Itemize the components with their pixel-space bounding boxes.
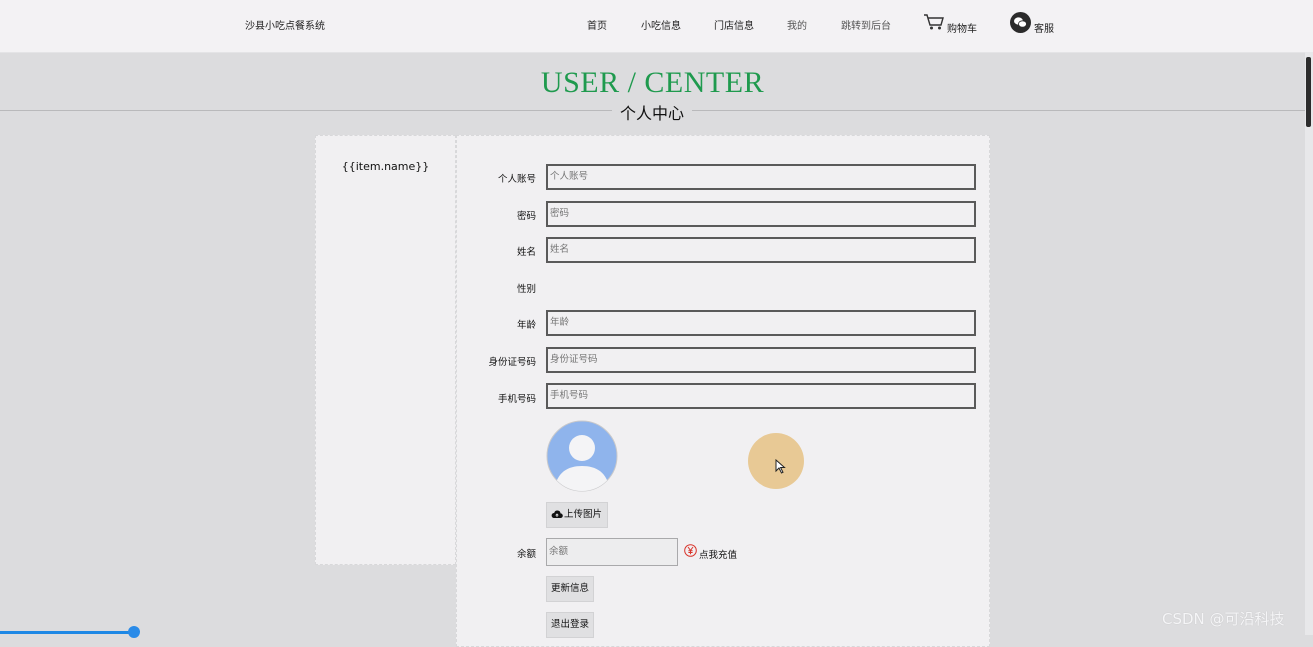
- balance-label: 余额: [516, 549, 536, 560]
- idcard-label: 身份证号码: [488, 357, 536, 368]
- page-title: USER / CENTER: [540, 66, 765, 99]
- site-title[interactable]: 沙县小吃点餐系统: [245, 17, 325, 32]
- sidebar-item[interactable]: {{item.name}}: [316, 160, 455, 173]
- avatar[interactable]: [546, 420, 618, 492]
- name-input[interactable]: [546, 237, 976, 263]
- account-input[interactable]: [546, 164, 976, 190]
- idcard-input[interactable]: [546, 347, 976, 373]
- yen-icon[interactable]: [684, 544, 697, 557]
- top-navbar: 沙县小吃点餐系统 首页 小吃信息 门店信息 我的 跳转到后台 购物车 客服: [0, 0, 1313, 53]
- gender-label: 性别: [516, 284, 536, 295]
- upload-image-button[interactable]: 上传图片: [546, 502, 608, 528]
- nav-service[interactable]: 客服: [1034, 20, 1054, 35]
- phone-label: 手机号码: [497, 394, 536, 405]
- nav-cart[interactable]: 购物车: [947, 20, 977, 35]
- account-label: 个人账号: [497, 174, 536, 185]
- wechat-icon[interactable]: [1010, 12, 1031, 33]
- name-label: 姓名: [516, 247, 536, 258]
- upload-button-label: 上传图片: [564, 509, 603, 520]
- update-info-button[interactable]: 更新信息: [546, 576, 595, 602]
- password-input[interactable]: [546, 201, 976, 227]
- password-label: 密码: [516, 211, 536, 222]
- age-input[interactable]: [546, 310, 976, 336]
- nav-snacks[interactable]: 小吃信息: [641, 17, 681, 32]
- video-progress-handle[interactable]: [128, 626, 140, 638]
- watermark: CSDN @可沿科技: [1162, 610, 1285, 628]
- page-scrollbar[interactable]: [1305, 52, 1313, 635]
- cloud-upload-icon: [551, 510, 563, 518]
- recharge-link[interactable]: 点我充值: [699, 547, 737, 561]
- page-subtitle: 个人中心: [612, 100, 692, 124]
- scrollbar-thumb[interactable]: [1306, 57, 1311, 127]
- sidebar-panel: {{item.name}}: [315, 135, 456, 565]
- phone-input[interactable]: [546, 383, 976, 409]
- nav-stores[interactable]: 门店信息: [714, 17, 754, 32]
- nav-backend[interactable]: 跳转到后台: [841, 17, 891, 32]
- balance-input[interactable]: [546, 538, 678, 566]
- video-progress-bar[interactable]: [0, 631, 134, 634]
- mouse-pointer-icon: [775, 459, 786, 474]
- age-label: 年龄: [516, 320, 536, 331]
- logout-button[interactable]: 退出登录: [546, 612, 595, 638]
- nav-mine[interactable]: 我的: [787, 17, 807, 32]
- nav-home[interactable]: 首页: [587, 17, 607, 32]
- cart-icon[interactable]: [923, 13, 945, 31]
